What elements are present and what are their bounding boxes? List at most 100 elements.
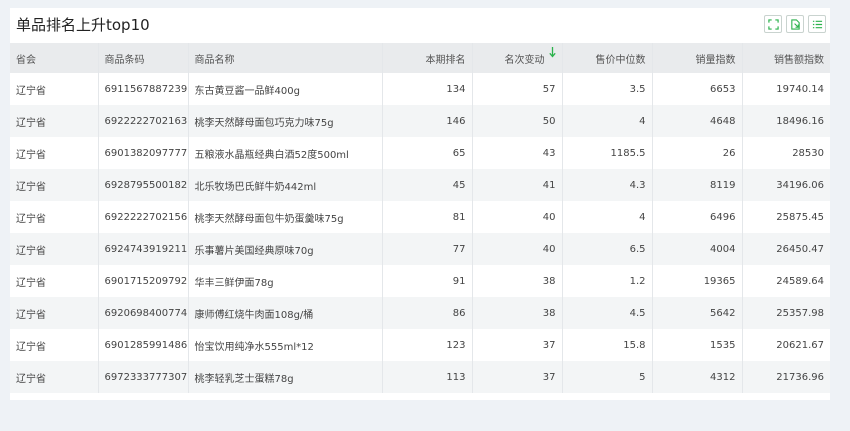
cell-median-price: 4.3 (562, 169, 653, 201)
cell-rank-change: 40 (472, 233, 563, 265)
cell-barcode: 6901382097777 (98, 137, 189, 169)
column-header-province[interactable]: 省会 (10, 43, 99, 73)
list-icon (812, 20, 822, 28)
cell-sales-index: 19740.14 (742, 73, 830, 105)
cell-province: 辽宁省 (10, 233, 99, 265)
panel-toolbar (764, 15, 826, 33)
cell-rank: 77 (382, 233, 473, 265)
column-header-name[interactable]: 商品名称 (188, 43, 383, 73)
cell-province: 辽宁省 (10, 329, 99, 361)
cell-province: 辽宁省 (10, 297, 99, 329)
cell-sales-index: 20621.67 (742, 329, 830, 361)
cell-barcode: 6911567887239 (98, 73, 189, 105)
cell-province: 辽宁省 (10, 169, 99, 201)
table-row[interactable]: 辽宁省 6924743919211 乐事薯片美国经典原味70g 77 40 6.5 4004… (10, 233, 830, 265)
table-row[interactable]: 辽宁省 6922222702163 桃李天然酵母面包巧克力味75g 146 50 4 464… (10, 105, 830, 137)
table-row[interactable]: 辽宁省 6972333777307 桃李轻乳芝士蛋糕78g 113 37 5 4312 217… (10, 361, 830, 393)
cell-volume-index: 6496 (652, 201, 743, 233)
cell-sales-index: 18496.16 (742, 105, 830, 137)
column-header-barcode[interactable]: 商品条码 (98, 43, 189, 73)
cell-sales-index: 25875.45 (742, 201, 830, 233)
cell-product-name: 华丰三鲜伊面78g (188, 265, 383, 297)
cell-barcode: 6920698400774 (98, 297, 189, 329)
column-header-volume-index[interactable]: 销量指数 (652, 43, 743, 73)
column-header-sales-index[interactable]: 销售额指数 (742, 43, 830, 73)
cell-rank-change: 50 (472, 105, 563, 137)
table-row[interactable]: 辽宁省 6901715209792 华丰三鲜伊面78g 91 38 1.2 19365 245… (10, 265, 830, 297)
cell-product-name: 桃李轻乳芝士蛋糕78g (188, 361, 383, 393)
table-row[interactable]: 辽宁省 6928795500182 北乐牧场巴氏鲜牛奶442ml 45 41 4.3 811… (10, 169, 830, 201)
ranking-panel: 单品排名上升top10 省会 商品条码 商品名称 本期排名 名次变动 售价中位数… (10, 8, 830, 400)
cell-median-price: 15.8 (562, 329, 653, 361)
table-row[interactable]: 辽宁省 6922222702156 桃李天然酵母面包牛奶蛋羹味75g 81 40 4 649… (10, 201, 830, 233)
fullscreen-button[interactable] (764, 15, 782, 33)
cell-product-name: 怡宝饮用纯净水555ml*12 (188, 329, 383, 361)
cell-rank-change: 38 (472, 297, 563, 329)
cell-rank: 113 (382, 361, 473, 393)
cell-rank: 91 (382, 265, 473, 297)
export-button[interactable] (786, 15, 804, 33)
table-row[interactable]: 辽宁省 6901382097777 五粮液水晶瓶经典白酒52度500ml 65 43 11… (10, 137, 830, 169)
table-row[interactable]: 辽宁省 6911567887239 东古黄豆酱一品鲜400g 134 57 3.5 6653… (10, 73, 830, 105)
export-icon (790, 18, 800, 30)
column-header-rank[interactable]: 本期排名 (382, 43, 473, 73)
panel-title: 单品排名上升top10 (16, 16, 150, 34)
sort-down-arrow-icon[interactable] (548, 46, 556, 58)
table-header-row: 省会 商品条码 商品名称 本期排名 名次变动 售价中位数 销量指数 销售额指数 (10, 43, 830, 73)
cell-product-name: 桃李天然酵母面包牛奶蛋羹味75g (188, 201, 383, 233)
cell-province: 辽宁省 (10, 73, 99, 105)
cell-rank: 45 (382, 169, 473, 201)
cell-volume-index: 6653 (652, 73, 743, 105)
cell-barcode: 6922222702156 (98, 201, 189, 233)
cell-volume-index: 19365 (652, 265, 743, 297)
cell-product-name: 康师傅红烧牛肉面108g/桶 (188, 297, 383, 329)
cell-rank-change: 41 (472, 169, 563, 201)
cell-product-name: 乐事薯片美国经典原味70g (188, 233, 383, 265)
cell-median-price: 4 (562, 201, 653, 233)
cell-barcode: 6922222702163 (98, 105, 189, 137)
cell-product-name: 东古黄豆酱一品鲜400g (188, 73, 383, 105)
cell-rank-change: 37 (472, 361, 563, 393)
cell-rank: 86 (382, 297, 473, 329)
cell-rank-change: 43 (472, 137, 563, 169)
cell-province: 辽宁省 (10, 265, 99, 297)
cell-rank-change: 40 (472, 201, 563, 233)
cell-product-name: 北乐牧场巴氏鲜牛奶442ml (188, 169, 383, 201)
table-row[interactable]: 辽宁省 6901285991486 怡宝饮用纯净水555ml*12 123 37 15.8… (10, 329, 830, 361)
cell-barcode: 6901285991486 (98, 329, 189, 361)
cell-product-name: 桃李天然酵母面包巧克力味75g (188, 105, 383, 137)
cell-volume-index: 1535 (652, 329, 743, 361)
table-row[interactable]: 辽宁省 6920698400774 康师傅红烧牛肉面108g/桶 86 38 4.5 564… (10, 297, 830, 329)
table-body: 辽宁省 6911567887239 东古黄豆酱一品鲜400g 134 57 3.5 6653… (10, 73, 830, 393)
ranking-table: 省会 商品条码 商品名称 本期排名 名次变动 售价中位数 销量指数 销售额指数 … (10, 43, 830, 393)
cell-sales-index: 34196.06 (742, 169, 830, 201)
cell-rank: 123 (382, 329, 473, 361)
cell-median-price: 5 (562, 361, 653, 393)
cell-sales-index: 26450.47 (742, 233, 830, 265)
cell-province: 辽宁省 (10, 137, 99, 169)
cell-sales-index: 24589.64 (742, 265, 830, 297)
cell-median-price: 1185.5 (562, 137, 653, 169)
cell-product-name: 五粮液水晶瓶经典白酒52度500ml (188, 137, 383, 169)
cell-sales-index: 28530 (742, 137, 830, 169)
cell-median-price: 4 (562, 105, 653, 137)
cell-sales-index: 25357.98 (742, 297, 830, 329)
cell-rank: 146 (382, 105, 473, 137)
cell-barcode: 6924743919211 (98, 233, 189, 265)
cell-rank-change: 37 (472, 329, 563, 361)
list-button[interactable] (808, 15, 826, 33)
cell-volume-index: 26 (652, 137, 743, 169)
cell-median-price: 3.5 (562, 73, 653, 105)
cell-median-price: 6.5 (562, 233, 653, 265)
column-header-change[interactable]: 名次变动 (472, 43, 563, 73)
cell-median-price: 4.5 (562, 297, 653, 329)
cell-barcode: 6972333777307 (98, 361, 189, 393)
cell-volume-index: 4004 (652, 233, 743, 265)
cell-rank-change: 38 (472, 265, 563, 297)
cell-rank-change: 57 (472, 73, 563, 105)
cell-volume-index: 4648 (652, 105, 743, 137)
cell-volume-index: 8119 (652, 169, 743, 201)
cell-barcode: 6901715209792 (98, 265, 189, 297)
column-header-median-price[interactable]: 售价中位数 (562, 43, 653, 73)
cell-sales-index: 21736.96 (742, 361, 830, 393)
